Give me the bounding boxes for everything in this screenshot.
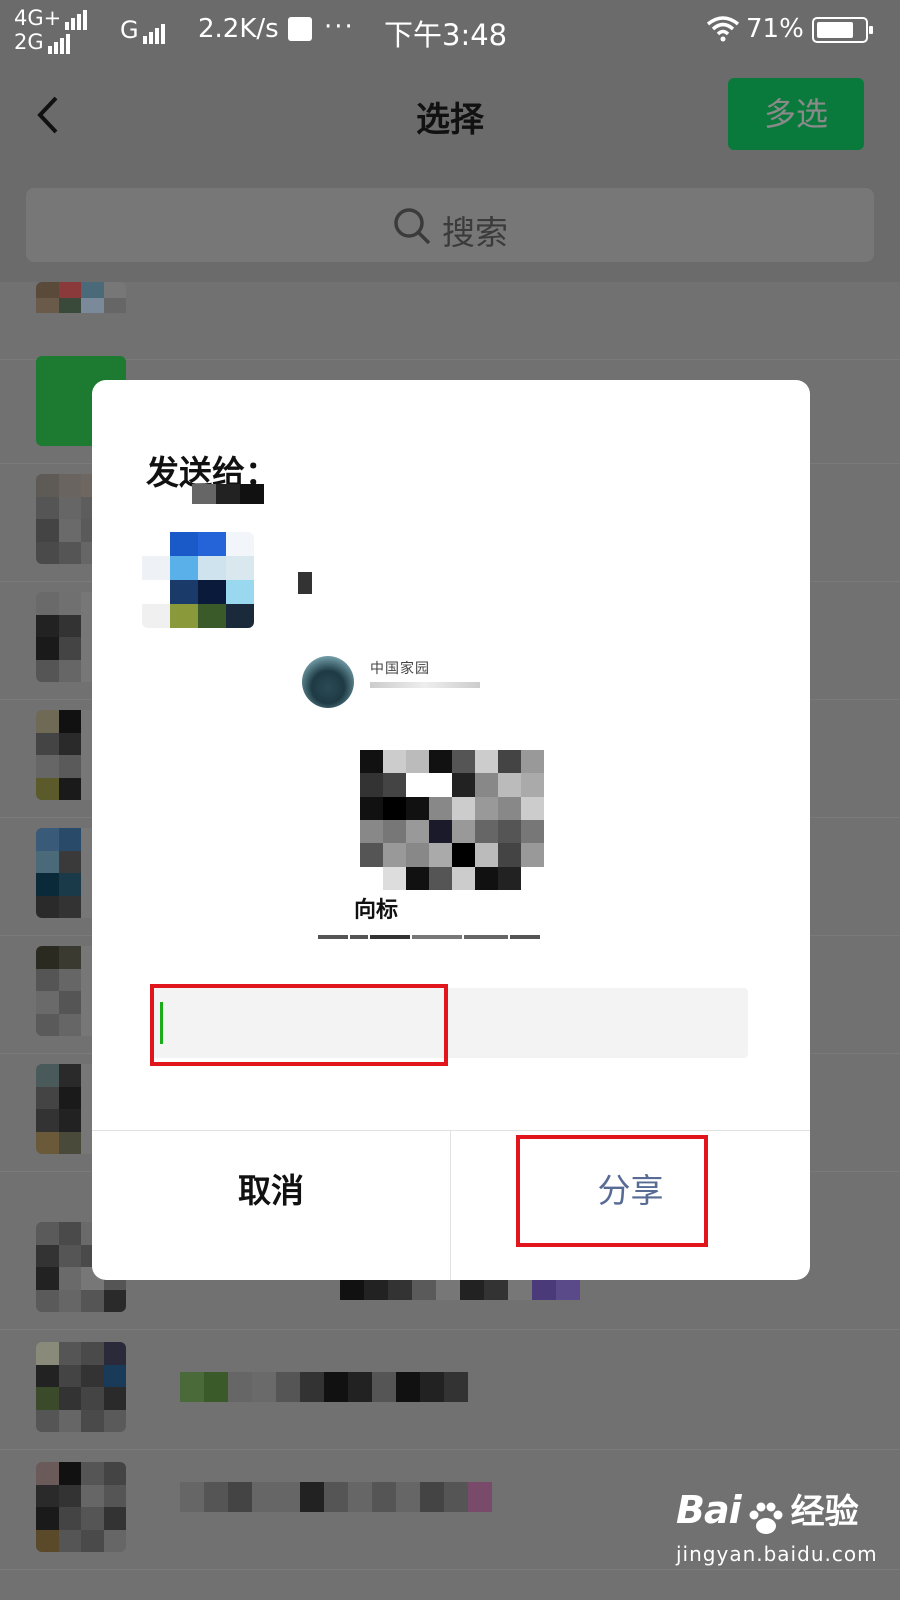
signal-bars-icon: [142, 16, 167, 44]
status-bar: 4G+ 2G G 2.2K/s ··· 下午3:48 71%: [0, 0, 900, 62]
search-input[interactable]: 搜索: [26, 188, 874, 262]
input-highlight-box: [150, 984, 448, 1066]
cancel-button[interactable]: 取消: [92, 1131, 450, 1251]
network-g-indicator: G: [120, 16, 167, 44]
account-name: 中国家园: [370, 661, 430, 677]
network-g-label: G: [120, 16, 139, 44]
chat-name-mosaic: [180, 1482, 492, 1514]
list-item[interactable]: [0, 1332, 900, 1450]
search-placeholder: 搜索: [442, 213, 508, 252]
card-caption: 向标: [354, 898, 399, 923]
shared-card-preview: 中国家园 向标: [260, 630, 612, 960]
nav-bar: 选择 多选: [0, 62, 900, 172]
signal-bars-icon: [65, 6, 89, 30]
recipient-name-mosaic: [144, 476, 274, 506]
network-indicator: 4G+ 2G: [14, 6, 89, 54]
battery-percent: 71%: [746, 14, 804, 44]
qr-code-mosaic: [360, 750, 544, 890]
watermark-brand-right: 经验: [790, 1492, 859, 1532]
signal-bars-icon: [47, 30, 72, 54]
network-bottom-label: 2G: [14, 30, 44, 54]
network-top-label: 4G+: [14, 6, 62, 30]
recipient-name-mosaic: [298, 572, 312, 594]
watermark-url: jingyan.baidu.com: [676, 1541, 878, 1566]
baidu-watermark: Bai 经验 jingyan.baidu.com: [676, 1484, 878, 1566]
shopping-bag-icon: [288, 17, 312, 41]
paw-icon: [749, 1502, 783, 1534]
clock: 下午3:48: [384, 18, 508, 52]
chat-name-mosaic: [180, 1372, 468, 1404]
avatar: [36, 1462, 126, 1552]
search-bar: 搜索: [0, 172, 900, 282]
more-dots: ···: [324, 12, 355, 42]
avatar: [36, 282, 126, 344]
share-dialog: 发送给： 中国家园 向标 取消 分享: [92, 380, 810, 1280]
battery-icon: [812, 17, 873, 43]
account-logo: [302, 656, 354, 708]
share-highlight-box: [516, 1135, 708, 1247]
watermark-brand-left: Bai: [676, 1488, 742, 1532]
multi-select-button[interactable]: 多选: [728, 78, 864, 150]
card-description-blur: [318, 930, 568, 944]
search-icon: [394, 208, 431, 245]
avatar: [36, 1342, 126, 1432]
recipient-avatar: [142, 532, 254, 628]
network-speed: 2.2K/s: [198, 14, 279, 44]
account-subtitle-blur: [370, 682, 480, 688]
wifi-icon: [706, 16, 740, 42]
